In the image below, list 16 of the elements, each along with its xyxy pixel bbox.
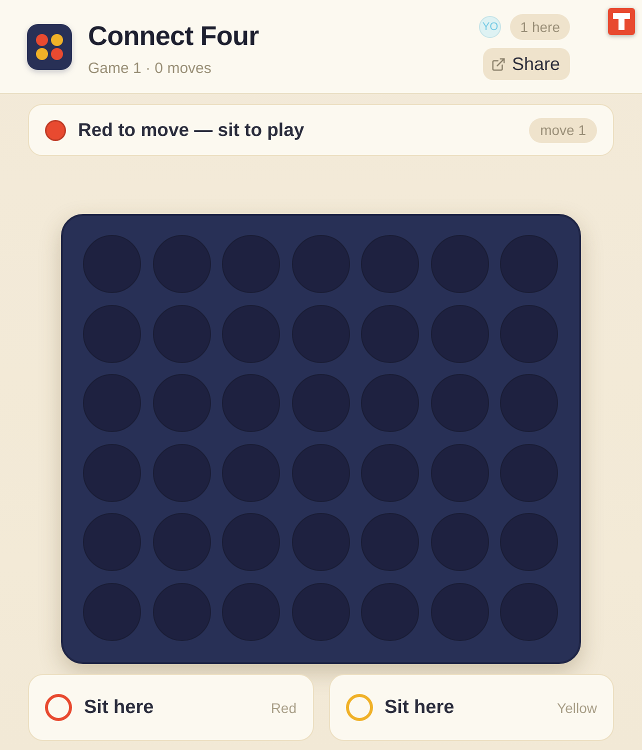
seat-button[interactable]: Sit here Red [28, 674, 314, 741]
move-counter: move 1 [529, 118, 597, 142]
four-dots-logo-icon [27, 24, 72, 70]
seat-button[interactable]: Sit here Yellow [328, 674, 614, 741]
seat-color-label: Yellow [557, 700, 597, 716]
share-button[interactable]: Share [482, 48, 570, 80]
user-avatar: YO [479, 16, 502, 38]
presence-count: 1 here [510, 14, 570, 40]
seat-label: Sit here [84, 696, 154, 718]
t-tile-icon[interactable] [608, 8, 635, 35]
seat-color-label: Red [270, 700, 296, 716]
external-link-icon [490, 56, 506, 72]
seat-label: Sit here [384, 696, 454, 718]
app-title: Connect Four [88, 20, 259, 53]
status-text: Red to move — sit to play [78, 119, 304, 141]
game-subtitle: Game 1 · 0 moves [88, 60, 212, 78]
